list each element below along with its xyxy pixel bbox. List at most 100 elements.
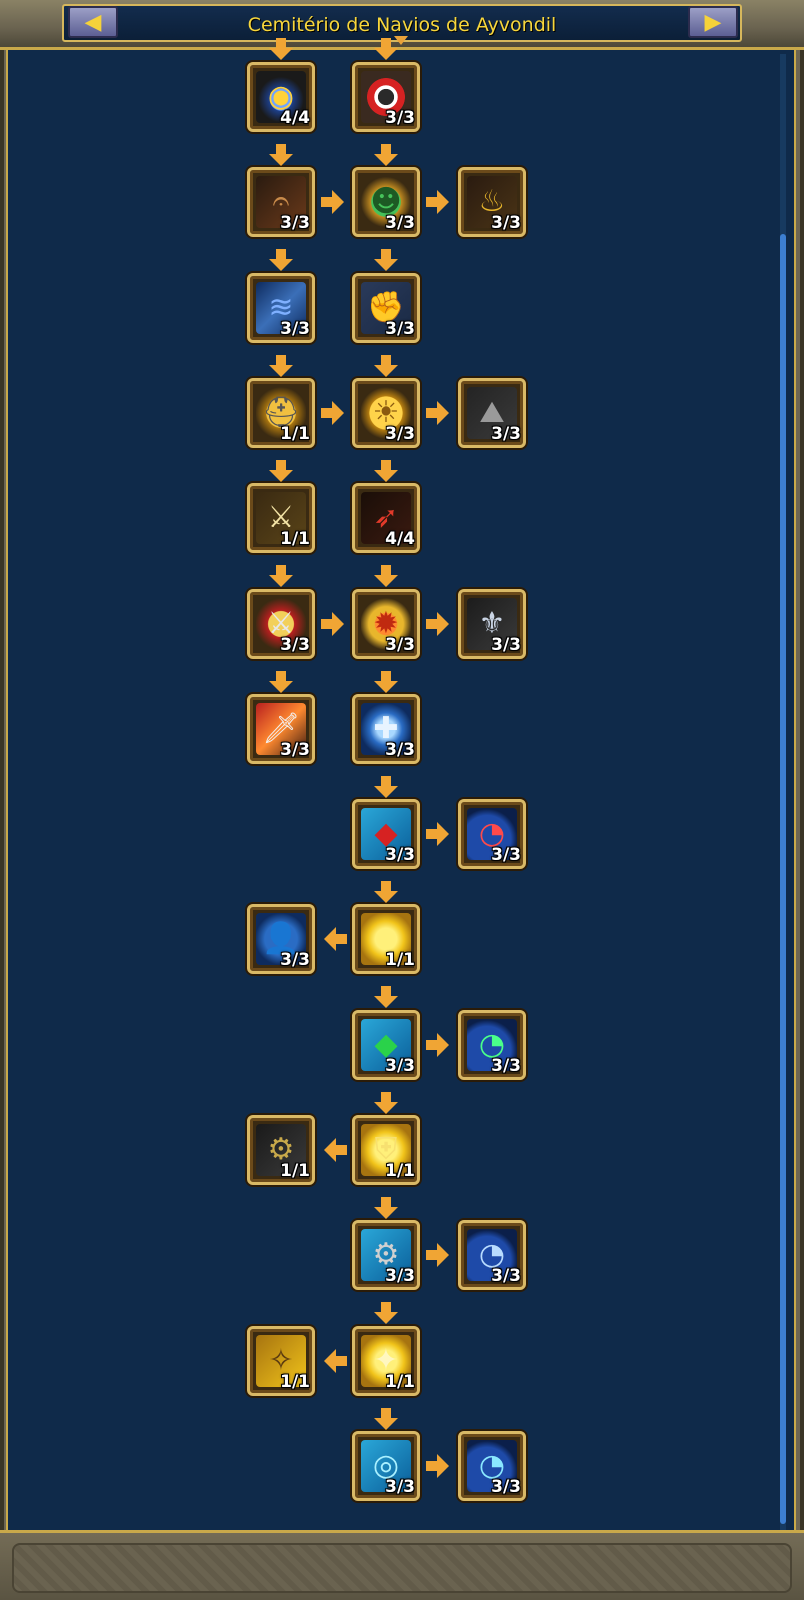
arrow-down-icon (374, 775, 398, 798)
arrow-down-icon (269, 670, 293, 693)
title-notch-icon (394, 36, 408, 45)
arrow-down-icon (269, 565, 293, 588)
skill-slot-r5c2[interactable]: ➶ 4/4 (352, 483, 420, 554)
arrow-down-icon (374, 565, 398, 588)
skill-level-label: 3/3 (385, 1266, 415, 1287)
skill-level-label: 3/3 (385, 213, 415, 234)
arrow-right-icon (321, 400, 344, 425)
skill-slot-r2c3[interactable]: ♨ 3/3 (458, 167, 526, 238)
arrow-down-icon (269, 459, 293, 482)
arrow-right-icon (426, 400, 449, 425)
skill-slot-r4c3[interactable]: ⛰ 3/3 (458, 377, 526, 448)
arrow-right-icon: ▶ (704, 9, 722, 35)
skill-slot-r2c1[interactable]: 𝄐 3/3 (247, 167, 315, 238)
arrow-down-icon (374, 1302, 398, 1325)
skill-level-label: 3/3 (491, 634, 521, 655)
skill-level-label: 1/1 (280, 1161, 310, 1181)
skill-slot-r8c3[interactable]: ◔ 3/3 (458, 799, 526, 870)
skill-level-label: 1/1 (385, 950, 415, 971)
skill-level-label: 1/1 (280, 1371, 310, 1392)
skill-slot-r4c1[interactable]: ⛑ 1/1 (247, 377, 315, 448)
arrow-down-icon (374, 459, 398, 482)
skill-slot-r12c3[interactable]: ◔ 3/3 (458, 1220, 526, 1291)
skill-slot-r3c2[interactable]: ✊ 3/3 (352, 272, 420, 343)
skill-slot-r1c1[interactable]: ◉ 4/4 (247, 62, 315, 132)
skill-level-label: 3/3 (280, 950, 310, 971)
bottom-bar (0, 1530, 804, 1600)
skill-slot-r7c2[interactable]: ✚ 3/3 (352, 693, 420, 764)
skill-level-label: 3/3 (491, 845, 521, 866)
skill-slot-r6c2[interactable]: ✹ 3/3 (352, 588, 420, 659)
skill-level-label: 3/3 (280, 318, 310, 339)
skill-level-label: 3/3 (385, 845, 415, 866)
skill-slot-r14c2[interactable]: ◎ 3/3 (352, 1430, 420, 1501)
bottom-panel (12, 1543, 792, 1593)
skill-level-label: 3/3 (491, 1055, 521, 1076)
scroll-thumb[interactable] (780, 234, 786, 1524)
arrow-down-icon (269, 249, 293, 272)
skill-slot-r3c1[interactable]: ≋ 3/3 (247, 272, 315, 343)
arrow-right-icon (426, 190, 449, 215)
skill-slot-r6c1[interactable]: ⚔ 3/3 (247, 588, 315, 659)
skill-level-label: 3/3 (491, 213, 521, 234)
skill-slot-r11c2[interactable]: ⛨ 1/1 (352, 1115, 420, 1185)
skill-slot-r9c1[interactable]: 👤 3/3 (247, 904, 315, 975)
arrow-left-icon: ◀ (84, 9, 102, 35)
skill-level-label: 3/3 (491, 1266, 521, 1287)
skill-slot-r10c3[interactable]: ◔ 3/3 (458, 1009, 526, 1080)
skill-slot-r13c1[interactable]: ✧ 1/1 (247, 1325, 315, 1396)
scrollbar[interactable] (780, 54, 786, 1532)
arrow-right-icon (321, 611, 344, 636)
skill-slot-r14c3[interactable]: ◔ 3/3 (458, 1430, 526, 1501)
skill-slot-r6c3[interactable]: ⚜ 3/3 (458, 588, 526, 659)
arrow-left-icon (324, 1138, 347, 1162)
arrow-down-icon (374, 38, 398, 60)
arrow-right-icon (426, 1032, 449, 1057)
skill-slot-r12c2[interactable]: ⚙ 3/3 (352, 1220, 420, 1291)
skill-level-label: 3/3 (280, 739, 310, 760)
previous-page-button[interactable]: ◀ (68, 6, 118, 38)
arrow-down-icon (374, 249, 398, 272)
page-title: Cemitério de Navios de Ayvondil (247, 14, 557, 36)
skill-slot-r7c1[interactable]: 🗡 3/3 (247, 693, 315, 764)
arrow-right-icon (426, 1453, 449, 1478)
skill-slot-r4c2[interactable]: ☀ 3/3 (352, 377, 420, 448)
skill-slot-r2c2[interactable]: ☻ 3/3 (352, 167, 420, 238)
arrow-right-icon (321, 190, 344, 215)
arrow-right-icon (426, 611, 449, 636)
arrow-down-icon (374, 144, 398, 166)
skill-level-label: 3/3 (385, 1055, 415, 1076)
skill-slot-r9c2[interactable]: 1/1 (352, 904, 420, 975)
skill-slot-r5c1[interactable]: ⚔ 1/1 (247, 483, 315, 554)
arrow-left-icon (324, 1348, 347, 1373)
skill-slot-r10c2[interactable]: ◆ 3/3 (352, 1009, 420, 1080)
arrow-down-icon (374, 1407, 398, 1430)
skill-level-label: 1/1 (280, 423, 310, 444)
skill-level-label: 3/3 (385, 423, 415, 444)
skill-level-label: 1/1 (385, 1371, 415, 1392)
arrow-down-icon (374, 881, 398, 904)
arrow-down-icon (374, 670, 398, 693)
skill-level-label: 4/4 (385, 529, 415, 550)
skill-slot-r1c2[interactable]: 3/3 (352, 62, 420, 132)
title-bar: Cemitério de Navios de Ayvondil ◀ ▶ (0, 0, 804, 50)
skill-slot-r13c2[interactable]: ✦ 1/1 (352, 1325, 420, 1396)
next-page-button[interactable]: ▶ (688, 6, 738, 38)
arrow-down-icon (374, 1091, 398, 1114)
skill-level-label: 1/1 (385, 1161, 415, 1181)
arrow-left-icon (324, 927, 347, 952)
skill-level-label: 3/3 (385, 318, 415, 339)
skill-slot-r8c2[interactable]: ◆ 3/3 (352, 799, 420, 870)
skill-level-label: 3/3 (385, 634, 415, 655)
arrow-right-icon (426, 822, 449, 847)
arrow-down-icon (374, 1197, 398, 1219)
skill-slot-r11c1[interactable]: ⚙ 1/1 (247, 1115, 315, 1185)
skill-level-label: 3/3 (491, 423, 521, 444)
skill-level-label: 3/3 (280, 213, 310, 234)
skill-level-label: 4/4 (280, 108, 310, 128)
skill-level-label: 3/3 (385, 739, 415, 760)
arrow-down-icon (374, 986, 398, 1009)
arrow-right-icon (426, 1243, 449, 1268)
arrow-down-icon (269, 144, 293, 166)
skill-level-label: 1/1 (280, 529, 310, 550)
